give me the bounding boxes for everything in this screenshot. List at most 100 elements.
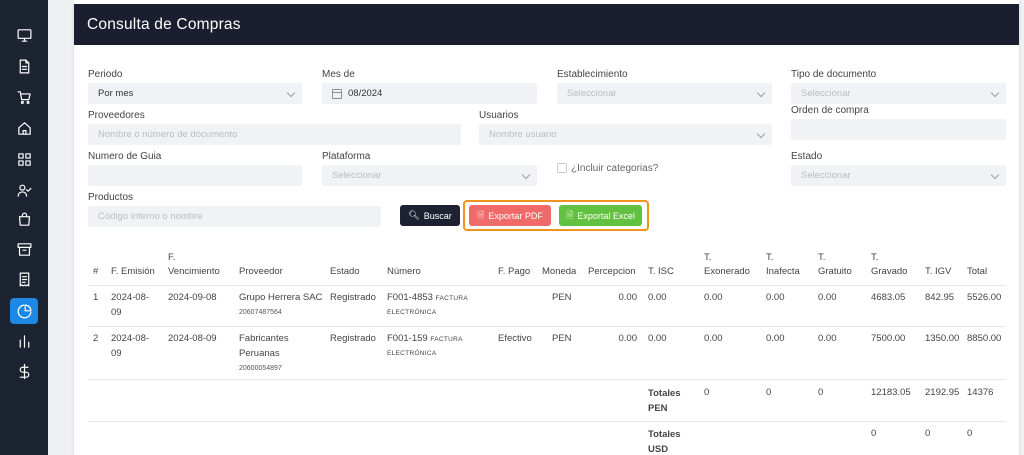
- cell-proveedor-doc: 20607487564: [239, 309, 282, 316]
- cell-moneda: PEN: [552, 333, 572, 344]
- cell-proveedor: Grupo Herrera SAC: [239, 292, 323, 303]
- chevron-down-icon: [990, 88, 1000, 98]
- home-icon: [17, 121, 31, 135]
- periodo-select[interactable]: Por mes: [88, 83, 302, 104]
- usuarios-label: Usuarios: [479, 110, 519, 121]
- totals-pen-t-exonerado: 0: [704, 387, 710, 398]
- col-header-num: #: [93, 266, 99, 277]
- cell-proveedor: Fabricantes: [239, 333, 289, 344]
- cell-f-emision-2: 09: [111, 307, 122, 318]
- cell-f-vencimiento: 2024-09-08: [168, 292, 217, 303]
- sidebar-item-finance[interactable]: [10, 358, 38, 384]
- orden-compra-input[interactable]: [791, 119, 1006, 140]
- cell-numero-value: F001-159: [387, 333, 428, 344]
- plataforma-placeholder: Seleccionar: [332, 170, 382, 181]
- sidebar: [0, 0, 48, 455]
- cell-t-isc: 0.00: [648, 292, 667, 303]
- cell-f-emision: 2024-08-: [111, 333, 150, 344]
- numero-guia-input[interactable]: [88, 165, 302, 186]
- cell-f-pago: Efectivo: [498, 333, 532, 344]
- receipt-icon: [19, 272, 29, 286]
- dollar-icon: [19, 363, 29, 379]
- cell-numero: F001-4853 FACTURA: [387, 291, 468, 307]
- tipo-documento-select[interactable]: Seleccionar: [791, 83, 1006, 104]
- establecimiento-select[interactable]: Seleccionar: [557, 83, 772, 104]
- sidebar-item-home[interactable]: [10, 115, 38, 141]
- col-header-numero: Número: [387, 266, 421, 277]
- cell-t-gravado: 7500.00: [871, 333, 906, 344]
- sidebar-item-grid[interactable]: [10, 146, 38, 172]
- search-button[interactable]: 🔍︎ Buscar: [400, 205, 460, 226]
- search-button-label: Buscar: [423, 210, 452, 221]
- user-check-icon: [17, 184, 31, 197]
- cell-tipo-doc-2: ELECTRÓNICA: [387, 350, 437, 357]
- totals-pen-t-inafecta: 0: [766, 387, 772, 398]
- cell-t-gravado: 4683.05: [871, 292, 906, 303]
- cell-f-emision-2: 09: [111, 348, 122, 359]
- estado-select[interactable]: Seleccionar: [791, 165, 1006, 186]
- cell-t-gratuito: 0.00: [818, 333, 837, 344]
- totals-usd-total: 0: [967, 428, 973, 439]
- col-header-f-emision: F. Emisión: [111, 266, 155, 277]
- mes-de-input[interactable]: 08/2024: [322, 83, 537, 104]
- incluir-categorias-checkbox[interactable]: [557, 163, 567, 173]
- cell-t-inafecta: 0.00: [766, 333, 785, 344]
- card-header: Consulta de Compras: [74, 4, 1019, 45]
- usuarios-select[interactable]: Nombre usuario: [479, 124, 772, 145]
- cell-proveedor-2: Peruanas: [239, 348, 280, 359]
- periodo-value: Por mes: [98, 88, 134, 99]
- plataforma-select[interactable]: Seleccionar: [322, 165, 537, 186]
- bar-chart-icon: [19, 334, 29, 348]
- col-header-t-igv: T. IGV: [925, 266, 952, 277]
- totals-pen-label: Totales: [648, 388, 681, 399]
- col-header-total: Total: [967, 266, 988, 277]
- cell-numero-value: F001-4853: [387, 292, 433, 303]
- cell-numero: F001-159 FACTURA: [387, 332, 463, 348]
- page-title: Consulta de Compras: [87, 16, 241, 33]
- sidebar-item-statistics[interactable]: [10, 328, 38, 354]
- cell-tipo-doc: FACTURA: [435, 295, 469, 302]
- incluir-categorias-label: ¿Incluir categorias?: [571, 163, 659, 174]
- productos-input[interactable]: Código interno o nombre: [88, 206, 381, 227]
- sidebar-item-cart[interactable]: [10, 84, 38, 110]
- cell-tipo-doc: FACTURA: [430, 336, 463, 343]
- totals-pen-currency: PEN: [648, 403, 668, 414]
- chevron-down-icon: [756, 129, 766, 139]
- export-pdf-button[interactable]: 🗎︎ Exportar PDF: [469, 205, 551, 226]
- sidebar-item-users[interactable]: [10, 177, 38, 203]
- cell-num: 1: [93, 292, 99, 303]
- mes-de-value: 08/2024: [348, 88, 383, 99]
- tipo-documento-label: Tipo de documento: [791, 69, 877, 80]
- table-divider: [88, 326, 1006, 327]
- cell-t-inafecta: 0.00: [766, 292, 785, 303]
- chevron-down-icon: [521, 170, 531, 180]
- tipo-documento-placeholder: Seleccionar: [801, 88, 851, 99]
- cell-proveedor-doc: 20600054897: [239, 365, 282, 372]
- search-icon: 🔍︎: [408, 210, 420, 220]
- cell-f-emision: 2024-08-: [111, 292, 150, 303]
- mes-de-label: Mes de: [322, 69, 355, 80]
- proveedores-label: Proveedores: [88, 110, 145, 121]
- table-divider: [88, 421, 1006, 422]
- sidebar-item-reports[interactable]: [10, 298, 38, 324]
- cell-t-igv: 842.95: [925, 292, 955, 303]
- chevron-down-icon: [756, 88, 766, 98]
- pie-chart-icon: [17, 304, 31, 318]
- col-header-proveedor: Proveedor: [239, 266, 283, 277]
- sidebar-item-purchases[interactable]: [10, 206, 38, 232]
- establecimiento-label: Establecimiento: [557, 69, 628, 80]
- sidebar-item-inventory[interactable]: [10, 236, 38, 262]
- sidebar-item-dashboard[interactable]: [10, 22, 38, 48]
- cell-moneda: PEN: [552, 292, 572, 303]
- cell-total: 8850.00: [967, 333, 1002, 344]
- grid-icon: [17, 152, 31, 166]
- calendar-icon: [332, 88, 342, 99]
- sidebar-item-documents[interactable]: [10, 53, 38, 79]
- export-excel-button[interactable]: 🗎︎ Exportal Excel: [559, 205, 642, 226]
- proveedores-input[interactable]: Nombre o número de documento: [88, 124, 461, 145]
- proveedores-placeholder: Nombre o número de documento: [98, 129, 238, 140]
- chevron-down-icon: [286, 88, 296, 98]
- cell-total: 5526.00: [967, 292, 1002, 303]
- sidebar-item-accounting[interactable]: [10, 266, 38, 292]
- cart-icon: [17, 90, 31, 104]
